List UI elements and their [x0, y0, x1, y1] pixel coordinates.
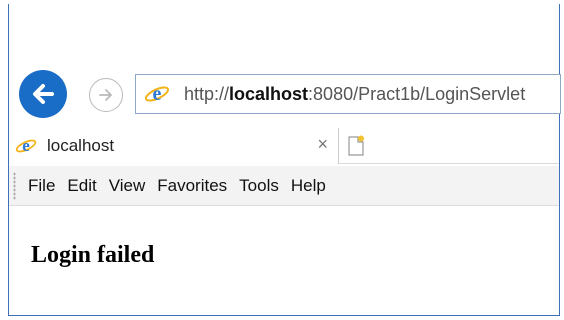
forward-arrow-icon: [99, 89, 112, 101]
internet-explorer-icon: e: [144, 83, 170, 105]
browser-window: e http://localhost:8080/Pract1b/LoginSer…: [8, 4, 561, 316]
svg-text:e: e: [22, 136, 30, 155]
close-tab-icon[interactable]: ×: [317, 134, 328, 155]
page-heading: Login failed: [31, 242, 155, 268]
menu-view[interactable]: View: [103, 176, 152, 196]
forward-button[interactable]: [89, 78, 123, 112]
tab-title: localhost: [47, 136, 115, 155]
menu-favorites[interactable]: Favorites: [151, 176, 233, 196]
address-bar[interactable]: e http://localhost:8080/Pract1b/LoginSer…: [135, 74, 561, 114]
svg-text:e: e: [153, 83, 162, 105]
menu-grip: [13, 171, 16, 200]
back-button[interactable]: [19, 70, 67, 118]
internet-explorer-icon: e: [15, 136, 37, 155]
menu-help[interactable]: Help: [285, 176, 332, 196]
new-tab-icon[interactable]: [347, 135, 365, 157]
back-arrow-icon: [33, 84, 54, 104]
menu-tools[interactable]: Tools: [233, 176, 285, 196]
menu-edit[interactable]: Edit: [61, 176, 102, 196]
tab-localhost[interactable]: e localhost ×: [9, 128, 339, 164]
address-url: http://localhost:8080/Pract1b/LoginServl…: [184, 83, 526, 104]
menu-file[interactable]: File: [22, 176, 61, 196]
menu-bar: File Edit View Favorites Tools Help: [9, 166, 559, 206]
tab-strip: e localhost ×: [9, 128, 559, 164]
